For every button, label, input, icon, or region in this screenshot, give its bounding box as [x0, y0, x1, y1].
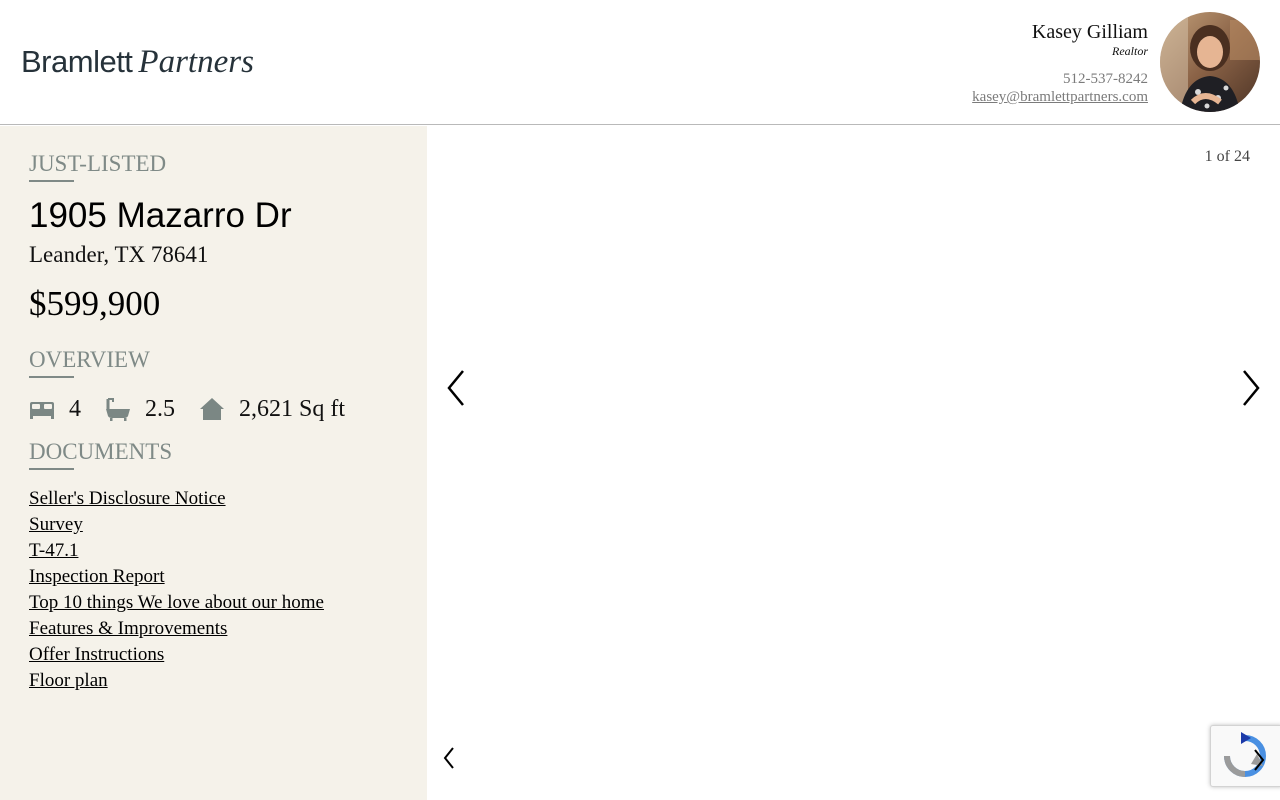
- logo-text-secondary: Partners: [138, 44, 254, 80]
- logo-text-primary: Bramlett: [21, 44, 133, 79]
- agent-info: Kasey Gilliam Realtor 512-537-8242 kasey…: [972, 20, 1148, 106]
- listing-sidebar: JUST-LISTED 1905 Mazarro Dr Leander, TX …: [0, 126, 427, 800]
- beds-count: 4: [69, 395, 81, 422]
- agent-name: Kasey Gilliam: [1031, 21, 1148, 43]
- document-link-offer-instructions[interactable]: Offer Instructions: [29, 642, 324, 668]
- square-footage: 2,621 Sq ft: [239, 395, 346, 422]
- agent-phone[interactable]: 512-537-8242: [972, 70, 1148, 88]
- document-link-floor-plan[interactable]: Floor plan: [29, 668, 324, 694]
- overview-heading: OVERVIEW: [29, 347, 150, 378]
- document-link-top-10-things[interactable]: Top 10 things We love about our home: [29, 590, 324, 616]
- property-stats: 4 2.5 2,621 Sq ft: [29, 394, 369, 424]
- recaptcha-badge[interactable]: [1210, 725, 1280, 787]
- chevron-right-icon[interactable]: [1240, 369, 1262, 412]
- bath-icon: [105, 396, 131, 422]
- baths-count: 2.5: [145, 395, 175, 422]
- document-link-survey[interactable]: Survey: [29, 512, 324, 538]
- agent-title: Realtor: [1112, 44, 1148, 58]
- photo-gallery: 1 of 24: [427, 126, 1280, 800]
- photo-counter: 1 of 24: [1204, 148, 1250, 165]
- agent-avatar: [1160, 12, 1260, 112]
- site-header: Bramlett Partners Kasey Gilliam Realtor …: [0, 0, 1280, 125]
- brand-logo[interactable]: Bramlett Partners: [21, 44, 254, 80]
- document-link-inspection-report[interactable]: Inspection Report: [29, 564, 324, 590]
- address-line-2: Leander, TX 78641: [29, 242, 209, 267]
- home-icon: [199, 396, 225, 422]
- bed-icon: [29, 396, 55, 422]
- agent-email-link[interactable]: kasey@bramlettpartners.com: [972, 88, 1148, 106]
- document-link-t47[interactable]: T-47.1: [29, 538, 324, 564]
- listing-status-heading: JUST-LISTED: [29, 151, 167, 182]
- document-link-features-improvements[interactable]: Features & Improvements: [29, 616, 324, 642]
- documents-list: Seller's Disclosure Notice Survey T-47.1…: [29, 486, 324, 694]
- chevron-left-icon[interactable]: [445, 369, 467, 412]
- documents-heading: DOCUMENTS: [29, 439, 173, 470]
- listing-price: $599,900: [29, 284, 161, 323]
- document-link-sellers-disclosure[interactable]: Seller's Disclosure Notice: [29, 486, 324, 512]
- thumbnail-prev-icon[interactable]: [442, 746, 456, 775]
- address-line-1: 1905 Mazarro Dr: [29, 196, 292, 235]
